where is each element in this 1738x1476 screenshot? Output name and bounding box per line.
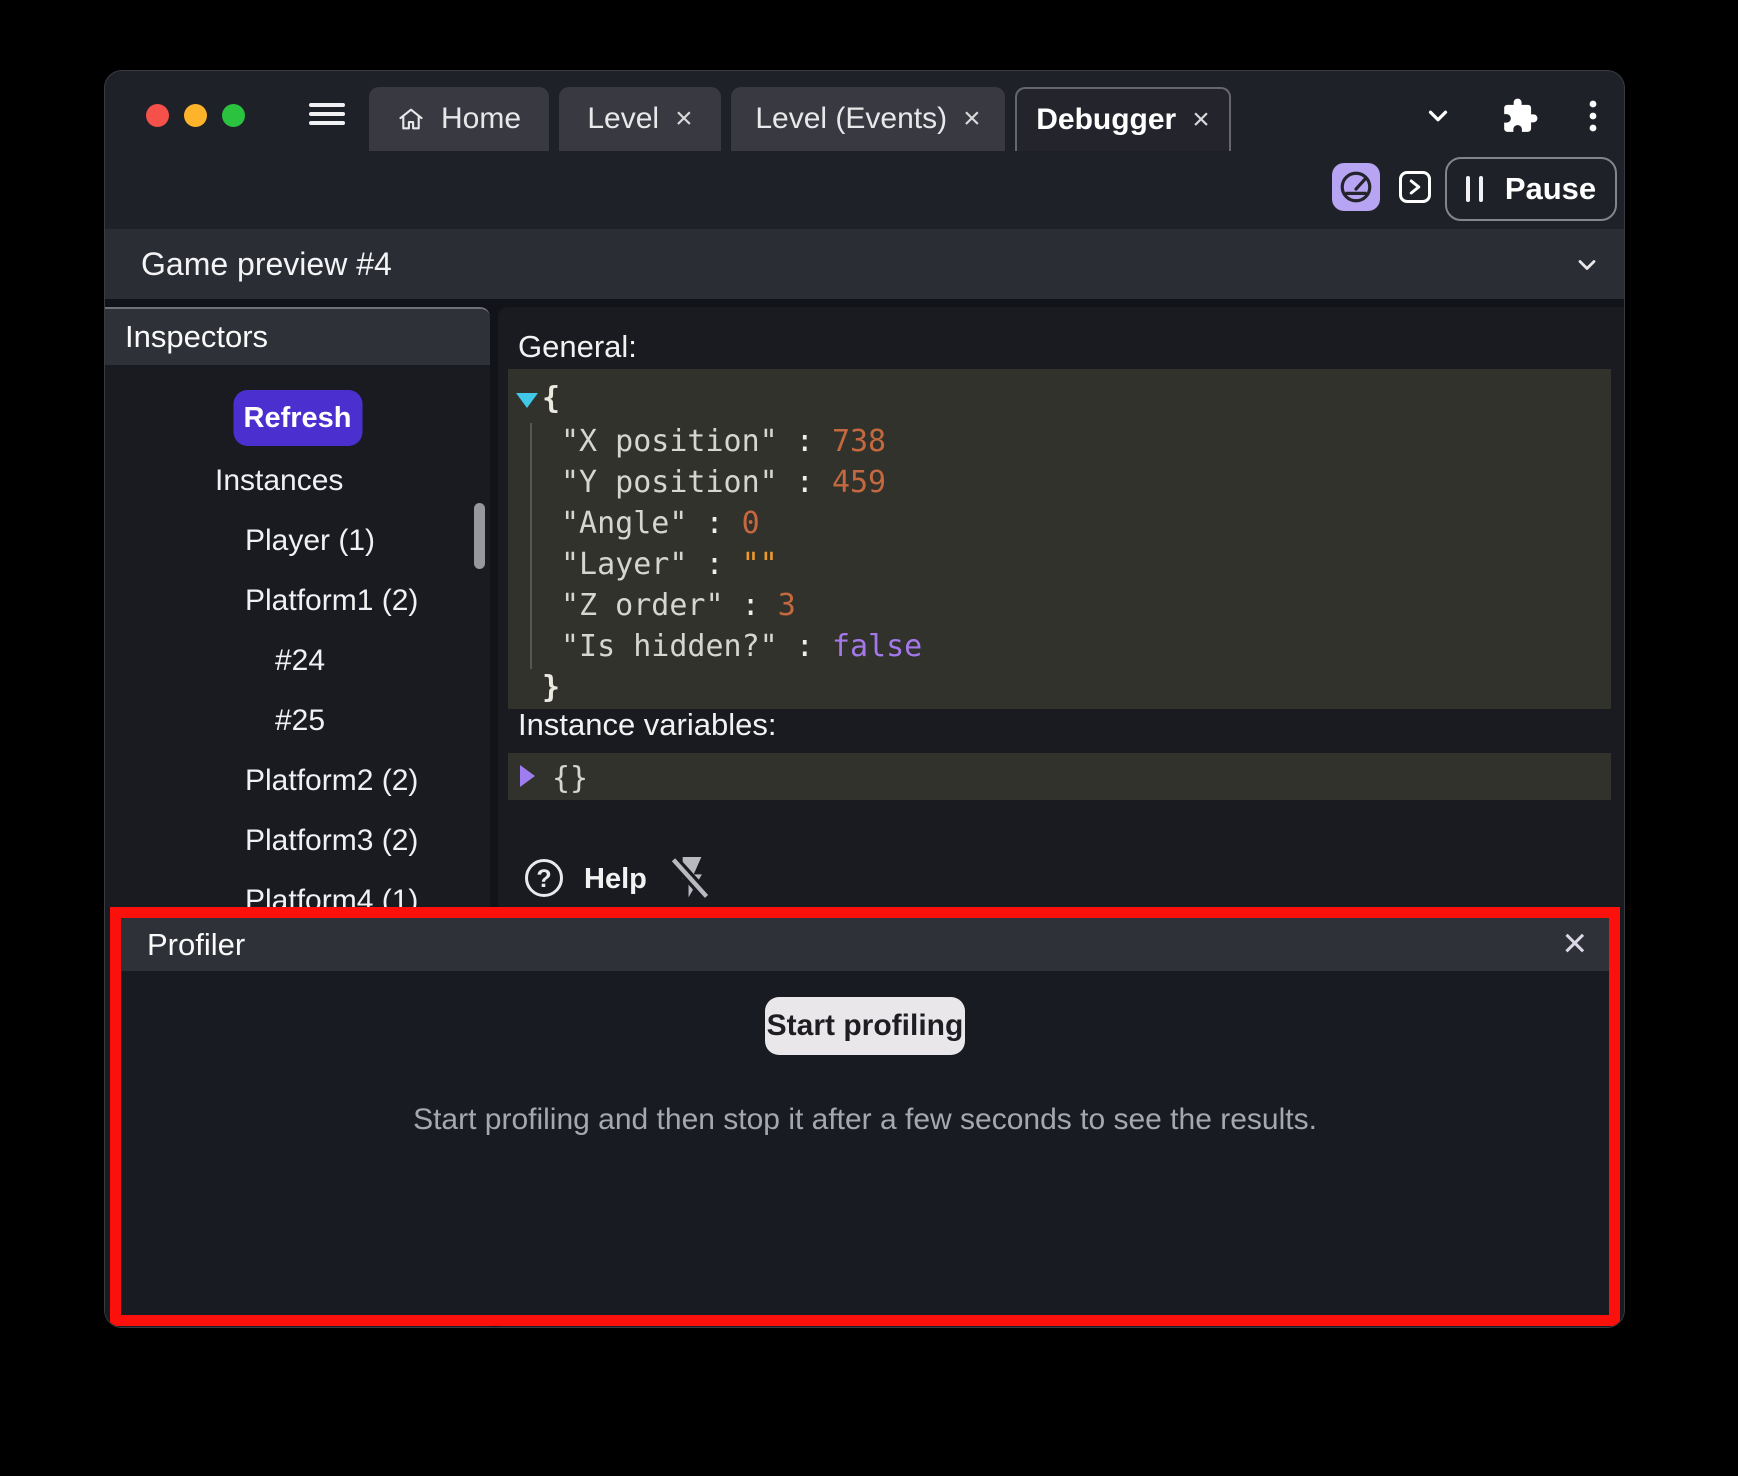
json-entry-x-position: "X position" : 738: [561, 424, 886, 459]
game-preview-title: Game preview #4: [141, 229, 392, 299]
sidebar-item-instance-24[interactable]: #24: [275, 646, 325, 676]
game-preview-selector[interactable]: Game preview #4: [105, 229, 1624, 299]
zoom-button[interactable]: [222, 104, 245, 127]
json-entry-layer: "Layer" : "": [561, 547, 778, 582]
json-entry-angle: "Angle" : 0: [561, 506, 760, 541]
general-heading: General:: [518, 329, 637, 365]
close-tab-icon[interactable]: ×: [675, 104, 693, 134]
json-entry-is-hidden: "Is hidden?" : false: [561, 629, 922, 664]
tab-label: Home: [441, 102, 521, 136]
home-icon: [397, 105, 425, 133]
json-close-brace: }: [542, 670, 560, 705]
sidebar-scrollbar[interactable]: [474, 503, 485, 569]
collapse-expander-icon[interactable]: [516, 393, 538, 408]
question-circle-icon[interactable]: ?: [525, 859, 563, 897]
console-button[interactable]: [1399, 171, 1431, 203]
tab-label: Debugger: [1036, 103, 1176, 137]
pause-icon: [1466, 176, 1483, 202]
sidebar-item-platform2[interactable]: Platform2 (2): [245, 766, 418, 796]
flash-off-icon[interactable]: [668, 855, 712, 908]
json-open-brace: {: [542, 381, 560, 416]
sidebar-item-platform1[interactable]: Platform1 (2): [245, 586, 418, 616]
sidebar-item-instances[interactable]: Instances: [215, 466, 343, 496]
close-profiler-icon[interactable]: ×: [1562, 918, 1587, 968]
tree-guide-line: [530, 423, 532, 669]
close-button[interactable]: [146, 104, 169, 127]
sidebar-item-player[interactable]: Player (1): [245, 526, 375, 556]
menu-hamburger-icon[interactable]: [309, 103, 345, 125]
tab-level-events[interactable]: Level (Events) ×: [731, 87, 1005, 151]
json-entry-y-position: "Y position" : 459: [561, 465, 886, 500]
pause-button[interactable]: Pause: [1445, 157, 1617, 221]
profiler-panel: Profiler × Start profiling Start profili…: [110, 907, 1620, 1326]
json-entry-z-order: "Z order" : 3: [561, 588, 796, 623]
sidebar-item-instance-25[interactable]: #25: [275, 706, 325, 736]
close-tab-icon[interactable]: ×: [1192, 105, 1210, 135]
inspectors-title: Inspectors: [105, 309, 490, 365]
minimize-button[interactable]: [184, 104, 207, 127]
app-window: Home Level × Level (Events) × Debugger ×: [104, 70, 1625, 1328]
general-json-viewer: { "X position" : 738 "Y position" : 459 …: [508, 369, 1611, 709]
tab-level[interactable]: Level ×: [559, 87, 721, 151]
close-tab-icon[interactable]: ×: [963, 104, 981, 134]
sidebar-item-platform3[interactable]: Platform3 (2): [245, 826, 418, 856]
chevron-down-icon[interactable]: [1573, 251, 1601, 284]
help-button[interactable]: Help: [584, 863, 647, 896]
profiler-header: Profiler ×: [121, 918, 1609, 971]
instance-variables-empty: {}: [552, 761, 588, 796]
profiler-body: Start profiling Start profiling and then…: [121, 971, 1609, 1137]
more-vert-icon[interactable]: [1582, 99, 1604, 138]
profiler-hint-text: Start profiling and then stop it after a…: [121, 1103, 1609, 1137]
tab-label: Level (Events): [755, 102, 947, 136]
expand-expander-icon[interactable]: [520, 765, 535, 787]
profiler-toggle-button[interactable]: [1332, 163, 1380, 211]
chevron-down-icon[interactable]: [1423, 101, 1453, 136]
tab-home[interactable]: Home: [369, 87, 549, 151]
tab-label: Level: [587, 102, 659, 136]
tab-bar: Home Level × Level (Events) × Debugger ×: [369, 87, 1231, 151]
screenshot-stage: Home Level × Level (Events) × Debugger ×: [0, 0, 1738, 1476]
inspectors-header: Inspectors: [105, 309, 490, 365]
gauge-icon: [1338, 169, 1374, 205]
puzzle-extension-icon[interactable]: [1501, 97, 1539, 140]
profiler-title: Profiler: [121, 918, 1609, 971]
instance-variables-heading: Instance variables:: [518, 707, 776, 743]
pause-label: Pause: [1505, 171, 1596, 207]
tab-debugger[interactable]: Debugger ×: [1015, 87, 1231, 151]
start-profiling-button[interactable]: Start profiling: [765, 997, 965, 1055]
terminal-prompt-icon: [1406, 178, 1424, 196]
refresh-button[interactable]: Refresh: [233, 390, 362, 446]
instance-variables-viewer: {}: [508, 753, 1611, 800]
